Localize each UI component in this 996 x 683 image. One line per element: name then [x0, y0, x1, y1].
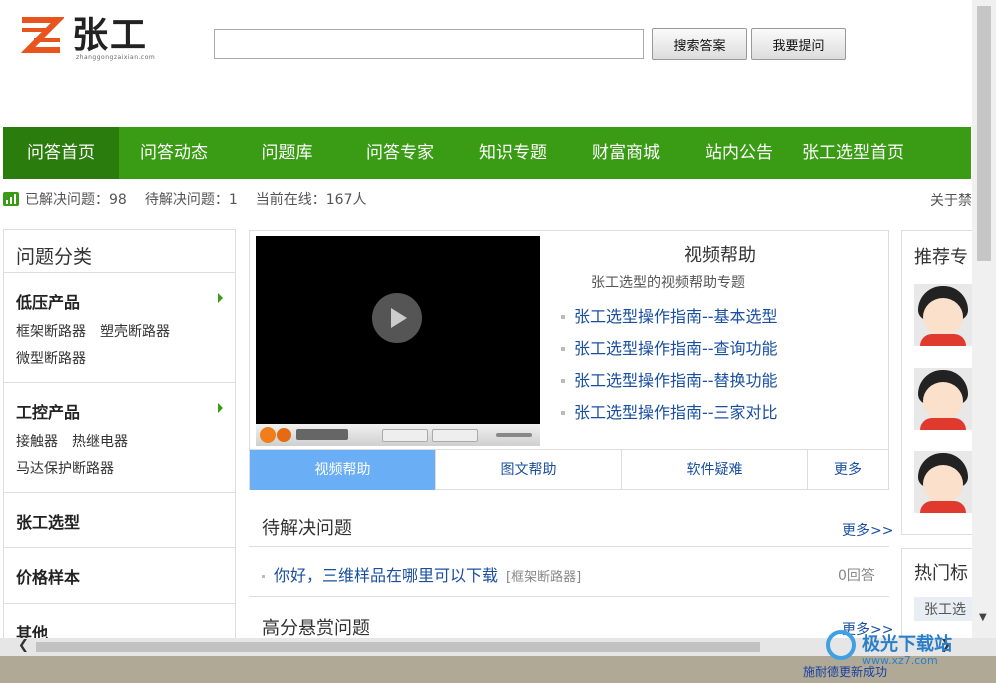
- category-sidebar: 问题分类 低压产品 框架断路器 塑壳断路器 微型断路器 工控产品 接触器 热继电器 …: [3, 229, 236, 649]
- nav-item-announcements[interactable]: 站内公告: [681, 127, 797, 179]
- question-category[interactable]: [框架断路器]: [506, 570, 581, 585]
- nav-item-qa-activity[interactable]: 问答动态: [119, 127, 229, 179]
- category-link[interactable]: 马达保护断路器: [16, 461, 114, 477]
- play-button-icon[interactable]: [260, 427, 276, 443]
- experts-title: 推荐专: [914, 247, 968, 268]
- scrollbar-thumb[interactable]: [977, 6, 991, 261]
- player-controls: [256, 424, 540, 446]
- category-low-voltage: 低压产品 框架断路器 塑壳断路器 微型断路器: [4, 273, 235, 383]
- online-count: 当前在线：167人: [255, 192, 367, 208]
- original-size-button[interactable]: [382, 429, 428, 442]
- play-icon[interactable]: [372, 293, 422, 343]
- category-name[interactable]: 张工选型: [16, 509, 223, 533]
- search-answer-button[interactable]: 搜索答案: [652, 28, 747, 60]
- avatar[interactable]: [914, 451, 972, 513]
- video-link[interactable]: 张工选型操作指南--三家对比: [561, 397, 778, 429]
- category-link[interactable]: 塑壳断路器: [100, 324, 170, 340]
- sidebar-title: 问题分类: [4, 230, 235, 273]
- category-name[interactable]: 价格样本: [16, 564, 223, 588]
- chevron-right-icon[interactable]: [218, 293, 223, 303]
- question-item[interactable]: 你好，三维样品在哪里可以下载 [框架断路器]: [262, 562, 581, 586]
- pending-more-link[interactable]: 更多>>: [842, 520, 893, 540]
- signal-icon: [3, 192, 19, 206]
- search-input[interactable]: [214, 29, 644, 59]
- video-link[interactable]: 张工选型操作指南--基本选型: [561, 301, 778, 333]
- chevron-right-icon[interactable]: [218, 403, 223, 413]
- hot-tag[interactable]: 张工选: [914, 597, 976, 621]
- logo-text: 张工: [72, 15, 149, 56]
- scroll-left-icon[interactable]: ❮: [18, 638, 29, 653]
- video-help-panel: 视频帮助 张工选型的视频帮助专题 张工选型操作指南--基本选型 张工选型操作指南…: [249, 230, 889, 490]
- category-industrial-control: 工控产品 接触器 热继电器 马达保护断路器: [4, 383, 235, 493]
- category-name[interactable]: 低压产品: [16, 289, 223, 313]
- recommended-experts-panel: 推荐专: [901, 230, 981, 535]
- hot-tags-title: 热门标: [914, 563, 968, 584]
- pending-title: 待解决问题: [262, 518, 352, 539]
- video-help-title: 视频帮助: [684, 245, 756, 266]
- category-name[interactable]: 工控产品: [16, 399, 223, 423]
- pending-count: 待解决问题：1: [144, 192, 238, 208]
- reward-title: 高分悬赏问题: [262, 618, 370, 639]
- category-selection: 张工选型: [4, 493, 235, 548]
- divider: [249, 596, 889, 597]
- video-player[interactable]: [256, 236, 540, 446]
- video-link[interactable]: 张工选型操作指南--替换功能: [561, 365, 778, 397]
- nav-item-question-bank[interactable]: 问题库: [229, 127, 345, 179]
- video-link[interactable]: 张工选型操作指南--查询功能: [561, 333, 778, 365]
- volume-slider[interactable]: [496, 433, 532, 437]
- logo-mark-icon: [18, 16, 64, 54]
- nav-item-selection-home[interactable]: 张工选型首页: [797, 127, 909, 179]
- logo-subtext: zhanggongzaixian.com: [76, 54, 156, 61]
- answer-count: 0回答: [838, 568, 875, 584]
- stats-bar: 已解决问题：98 待解决问题：1 当前在线：167人: [3, 188, 366, 210]
- tab-image-help[interactable]: 图文帮助: [436, 450, 622, 490]
- watermark-name: 极光下载站: [862, 634, 952, 655]
- time-display: [296, 429, 348, 440]
- category-link[interactable]: 框架断路器: [16, 324, 86, 340]
- nav-item-topics[interactable]: 知识专题: [455, 127, 571, 179]
- site-logo[interactable]: 张工 zhanggongzaixian.com: [18, 14, 168, 64]
- tab-video-help[interactable]: 视频帮助: [250, 450, 436, 490]
- about-link[interactable]: 关于禁: [930, 190, 972, 210]
- nav-item-experts[interactable]: 问答专家: [345, 127, 455, 179]
- nav-item-qa-home[interactable]: 问答首页: [3, 127, 119, 179]
- divider: [249, 546, 889, 547]
- tab-more[interactable]: 更多: [808, 450, 888, 490]
- ask-question-button[interactable]: 我要提问: [751, 28, 846, 60]
- solved-count: 已解决问题：98: [25, 192, 127, 208]
- tab-software-faq[interactable]: 软件疑难: [622, 450, 808, 490]
- question-title[interactable]: 你好，三维样品在哪里可以下载: [274, 566, 498, 585]
- vertical-scrollbar[interactable]: ▼: [972, 0, 996, 638]
- category-link[interactable]: 微型断路器: [16, 351, 86, 367]
- help-tabs: 视频帮助 图文帮助 软件疑难 更多: [250, 449, 888, 490]
- watermark-url: www.xz7.com: [862, 654, 938, 667]
- fullscreen-button[interactable]: [432, 429, 478, 442]
- main-nav: 问答首页 问答动态 问题库 问答专家 知识专题 财富商城 站内公告 张工选型首页: [3, 127, 971, 179]
- avatar[interactable]: [914, 368, 972, 430]
- avatar[interactable]: [914, 284, 972, 346]
- category-link[interactable]: 接触器: [16, 434, 58, 450]
- stop-button-icon[interactable]: [277, 428, 291, 442]
- scrollbar-thumb[interactable]: [36, 642, 760, 652]
- category-price-samples: 价格样本: [4, 548, 235, 604]
- category-link[interactable]: 热继电器: [72, 434, 128, 450]
- scroll-down-icon[interactable]: ▼: [979, 612, 987, 623]
- video-help-subtitle: 张工选型的视频帮助专题: [591, 275, 745, 291]
- watermark-logo-icon: [826, 630, 856, 660]
- nav-item-store[interactable]: 财富商城: [571, 127, 681, 179]
- watermark: 极光下载站 www.xz7.com: [826, 628, 994, 680]
